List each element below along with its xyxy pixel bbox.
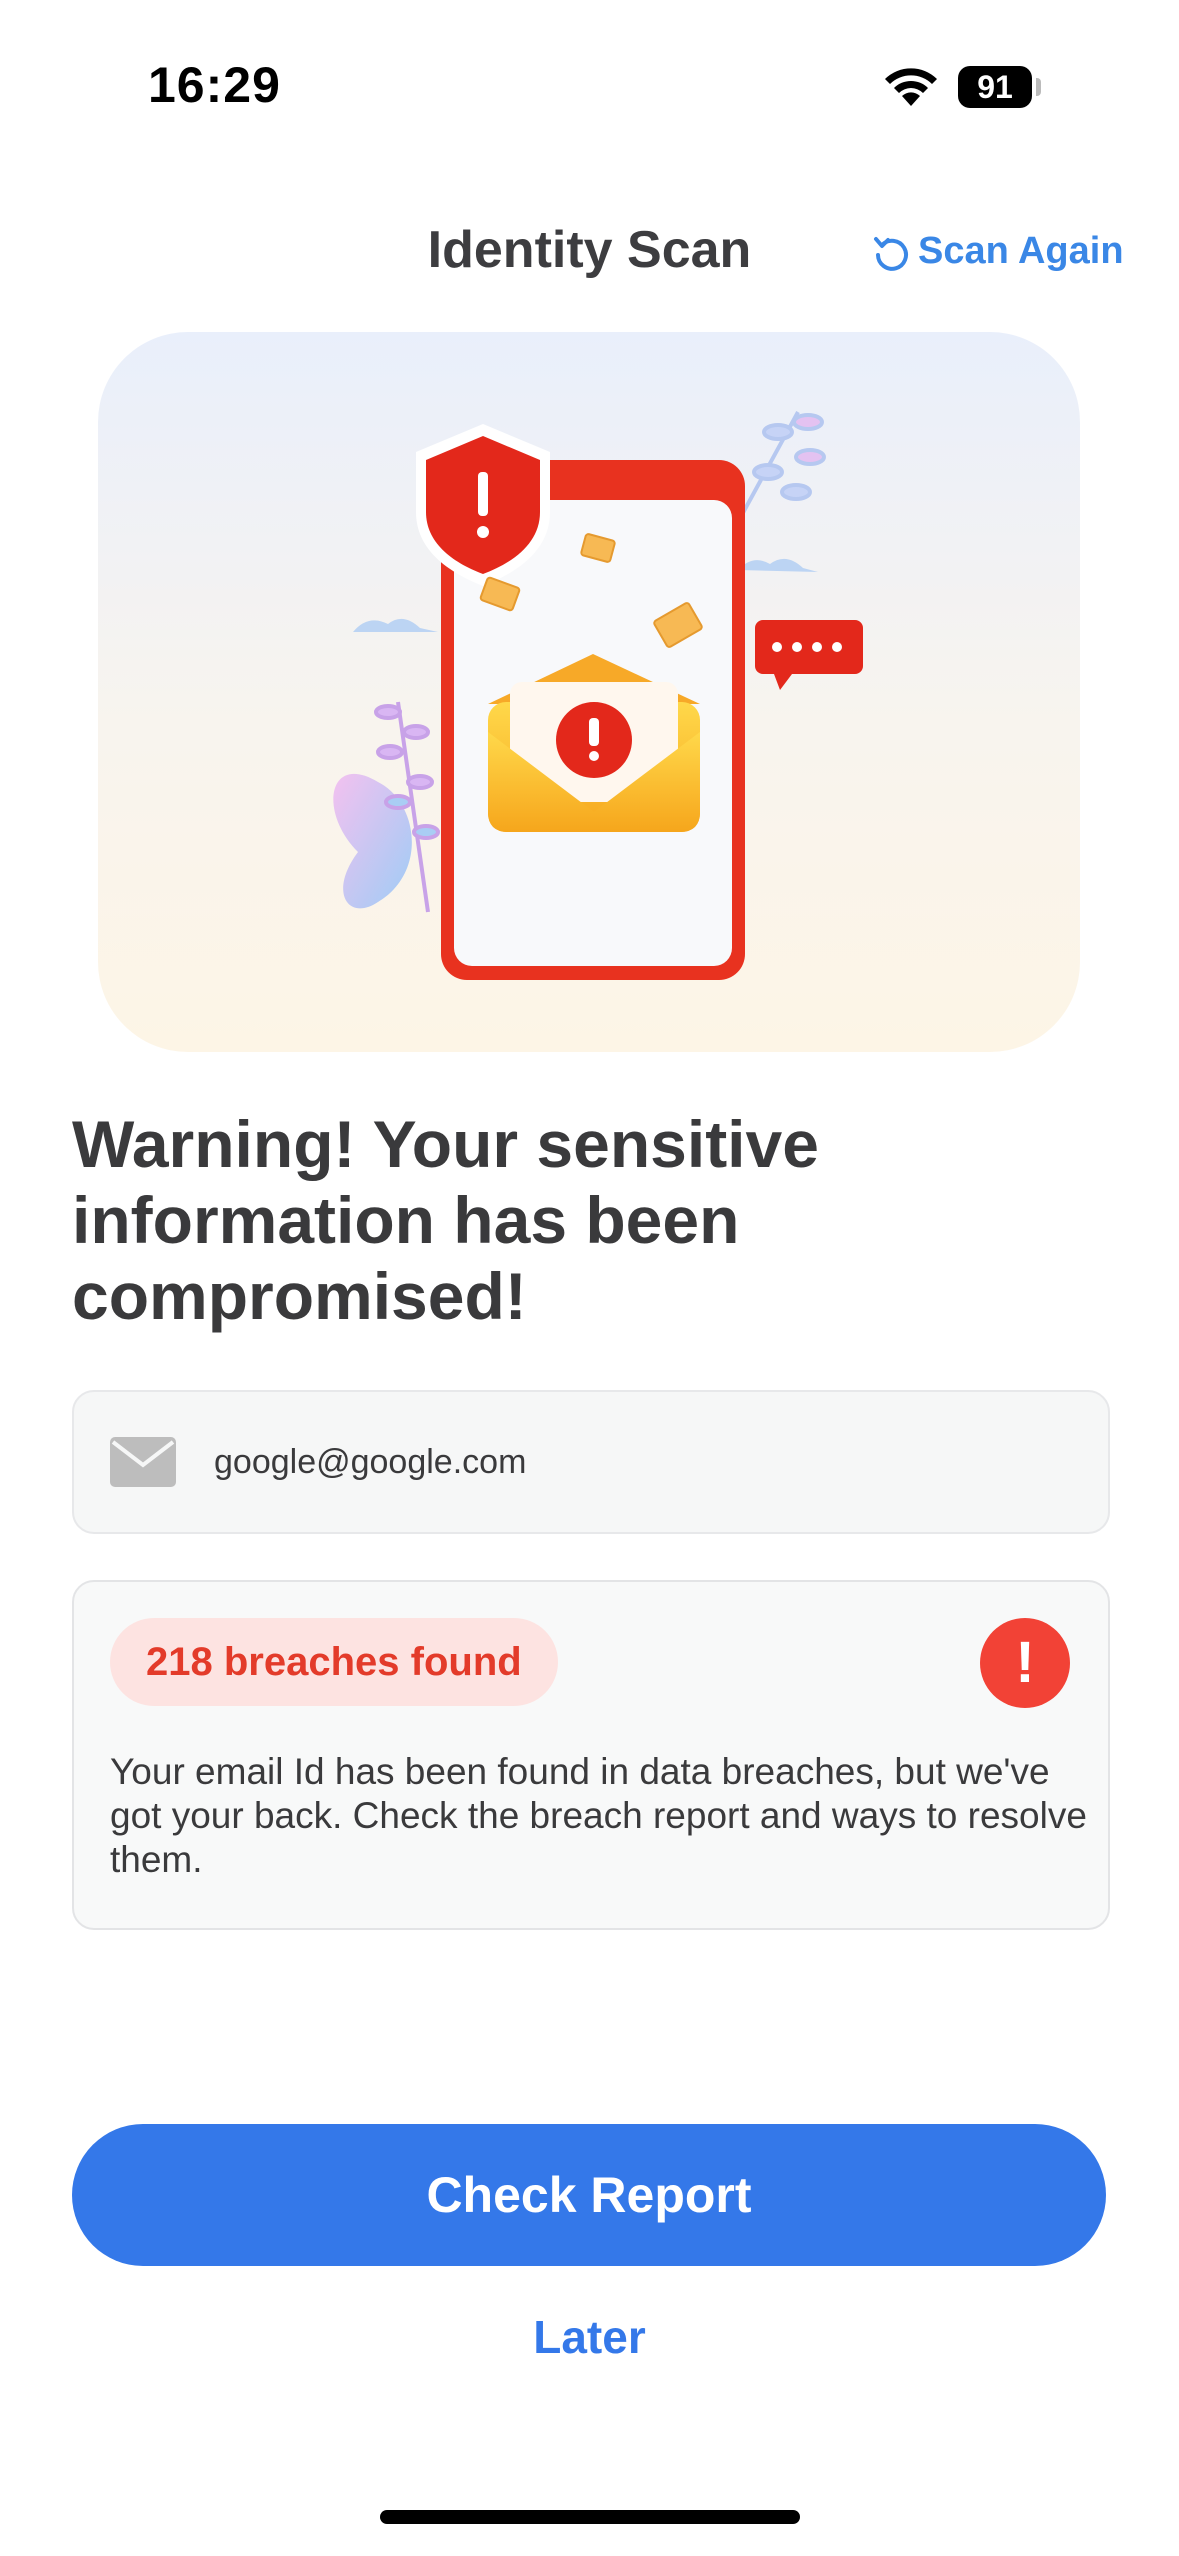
scan-again-label: Scan Again (918, 230, 1124, 272)
status-time: 16:29 (148, 57, 281, 113)
breach-description: Your email Id has been found in data bre… (110, 1751, 1087, 1880)
home-indicator[interactable] (380, 2510, 800, 2524)
later-button[interactable]: Later (0, 2310, 1179, 2364)
scan-again-button[interactable]: Scan Again (872, 230, 1124, 273)
breach-card: 218 breaches found ! Your email Id has b… (72, 1580, 1110, 1930)
warning-headline: Warning! Your sensitive information has … (72, 1107, 819, 1333)
email-address: google@google.com (214, 1442, 527, 1481)
alert-icon: ! (980, 1618, 1070, 1708)
email-card: google@google.com (72, 1390, 1110, 1534)
battery-nub (1036, 78, 1041, 96)
breach-count-badge: 218 breaches found (110, 1618, 558, 1706)
hero-illustration (98, 332, 1080, 1052)
check-report-button[interactable]: Check Report (72, 2124, 1106, 2266)
wifi-icon (885, 68, 937, 106)
refresh-icon (874, 236, 908, 271)
battery-icon: 91 (958, 66, 1032, 108)
mail-icon (110, 1437, 176, 1487)
phone-breach-illustration (333, 411, 863, 980)
